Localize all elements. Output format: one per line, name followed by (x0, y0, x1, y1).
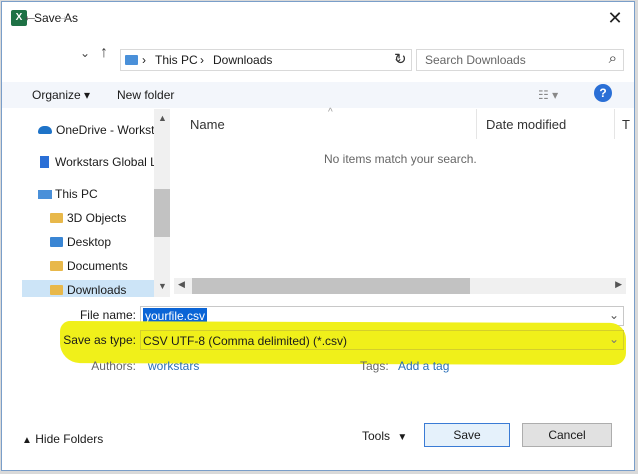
scroll-down-arrow-icon[interactable]: ▼ (158, 281, 167, 291)
sidebar-item-label: OneDrive - Workst (56, 123, 155, 137)
chevron-up-icon: ▲ (22, 435, 32, 446)
address-bar[interactable]: › This PC › Downloads ⌄ (120, 49, 412, 71)
hide-folders-toggle[interactable]: ▲ Hide Folders (22, 432, 103, 446)
tags-label: Tags: (360, 359, 389, 373)
organize-menu[interactable]: Organize ▾ (32, 88, 90, 102)
column-header-type[interactable]: T (622, 117, 630, 132)
save-as-dialog: X Save As ✕ ← → ⌄ ↑ › This PC › Download… (1, 1, 635, 471)
sidebar-item-label: Workstars Global L (55, 155, 157, 169)
back-arrow-icon[interactable]: ← (22, 8, 38, 26)
hide-folders-label: Hide Folders (35, 432, 104, 446)
search-placeholder: Search Downloads (425, 53, 526, 67)
scroll-right-arrow-icon[interactable]: ▶ (615, 279, 622, 290)
command-toolbar: Organize ▾ New folder ☷ ▾ ? (2, 82, 634, 108)
downloads-folder-icon (125, 55, 138, 65)
forward-arrow-icon[interactable]: → (54, 8, 70, 26)
empty-message: No items match your search. (324, 152, 477, 166)
scroll-up-arrow-icon[interactable]: ▲ (158, 113, 167, 123)
search-input[interactable]: Search Downloads ⌕ (416, 49, 624, 71)
sidebar-item-downloads[interactable]: Downloads (22, 280, 154, 297)
sort-chevron-icon: ^ (328, 107, 333, 118)
folder-icon (50, 285, 63, 295)
search-icon: ⌕ (608, 50, 617, 67)
sidebar-item-3d-objects[interactable]: 3D Objects (50, 211, 126, 225)
scrollbar-thumb[interactable] (154, 189, 170, 237)
new-folder-button[interactable]: New folder (117, 88, 174, 102)
navigation-pane: OneDrive - Workst Workstars Global L Thi… (2, 109, 174, 297)
column-divider[interactable] (476, 109, 477, 139)
address-segment-this-pc[interactable]: This PC (155, 53, 198, 67)
cloud-icon (38, 126, 52, 134)
sidebar-item-label: This PC (55, 187, 98, 201)
building-icon (40, 156, 49, 168)
column-header-name[interactable]: Name (190, 117, 225, 132)
recent-locations-chevron-icon[interactable]: ⌄ (80, 46, 90, 60)
cancel-button[interactable]: Cancel (522, 423, 612, 447)
sidebar-item-workstars[interactable]: Workstars Global L (40, 155, 157, 169)
sidebar-item-documents[interactable]: Documents (50, 259, 128, 273)
folder-icon (50, 213, 63, 223)
file-list[interactable]: Name ^ Date modified T No items match yo… (174, 107, 634, 297)
column-header-date-modified[interactable]: Date modified (486, 117, 566, 132)
authors-label: Authors: (91, 359, 136, 373)
horizontal-scrollbar[interactable]: ◀ ▶ (174, 278, 626, 294)
tools-menu-button[interactable]: Tools ▼ (362, 429, 407, 443)
save-as-type-value: CSV UTF-8 (Comma delimited) (*.csv) (143, 334, 348, 348)
address-segment-downloads[interactable]: Downloads (213, 53, 272, 67)
tools-label: Tools (362, 429, 391, 443)
sidebar-item-label: Documents (67, 259, 128, 273)
sidebar-item-this-pc[interactable]: This PC (38, 187, 98, 201)
address-separator: › (200, 53, 204, 67)
computer-icon (38, 190, 52, 199)
save-as-type-label: Save as type: (63, 333, 136, 347)
file-name-label: File name: (79, 308, 136, 322)
save-as-type-select[interactable]: CSV UTF-8 (Comma delimited) (*.csv) ⌄ (140, 330, 624, 350)
title-bar: X Save As ✕ (2, 2, 634, 36)
navigation-scrollbar[interactable]: ▲ ▼ (154, 109, 170, 297)
authors-value[interactable]: workstars (148, 359, 199, 373)
folder-icon (50, 261, 63, 271)
tools-dropdown-arrow-icon: ▼ (397, 432, 408, 443)
scrollbar-thumb[interactable] (192, 278, 470, 294)
scroll-left-arrow-icon[interactable]: ◀ (178, 279, 185, 290)
sidebar-item-desktop[interactable]: Desktop (50, 235, 111, 249)
sidebar-item-label: Downloads (67, 283, 127, 297)
refresh-icon[interactable]: ↻ (394, 50, 407, 68)
column-divider[interactable] (614, 109, 615, 139)
view-options-icon[interactable]: ☷ ▾ (538, 88, 558, 102)
save-button[interactable]: Save (424, 423, 510, 447)
sidebar-item-label: 3D Objects (67, 211, 127, 225)
file-name-dropdown-chevron-icon[interactable]: ⌄ (609, 308, 619, 322)
close-button[interactable]: ✕ (602, 6, 628, 30)
address-separator: › (142, 53, 146, 67)
sidebar-item-label: Desktop (67, 235, 112, 249)
help-icon[interactable]: ? (594, 84, 612, 102)
save-as-type-dropdown-chevron-icon[interactable]: ⌄ (609, 332, 619, 346)
folder-icon (50, 237, 63, 247)
sidebar-item-onedrive[interactable]: OneDrive - Workst (38, 123, 154, 137)
tags-value[interactable]: Add a tag (398, 359, 449, 373)
up-arrow-icon[interactable]: ↑ (100, 44, 108, 62)
